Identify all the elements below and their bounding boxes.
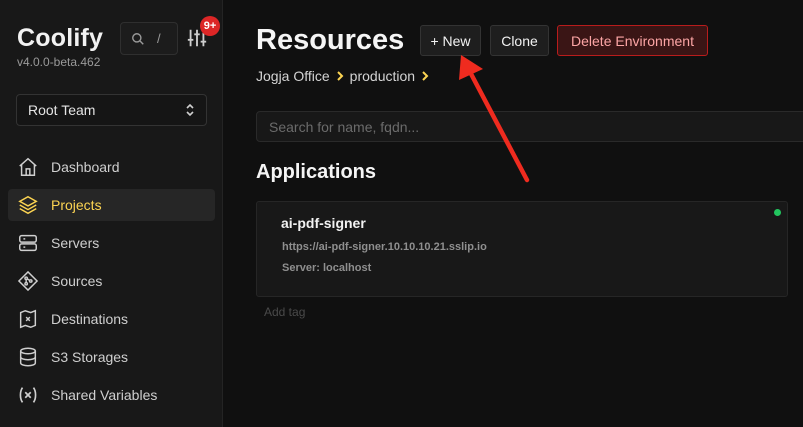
global-search-button[interactable]: / <box>120 22 178 55</box>
new-resource-button[interactable]: + New <box>420 25 481 56</box>
sidebar-item-s3-storages[interactable]: S3 Storages <box>8 341 215 373</box>
resource-search-input[interactable] <box>256 111 803 142</box>
layers-icon <box>18 195 38 215</box>
sidebar: Coolify v4.0.0-beta.462 / 9+ Root Team D… <box>0 0 223 427</box>
sidebar-item-shared-variables[interactable]: Shared Variables <box>8 379 215 411</box>
application-name: ai-pdf-signer <box>281 215 366 231</box>
variable-icon <box>19 387 37 403</box>
team-select-value: Root Team <box>28 102 96 118</box>
sidebar-item-label: Dashboard <box>51 159 120 175</box>
chevron-right-icon <box>336 71 344 81</box>
add-tag-button[interactable]: Add tag <box>264 305 305 319</box>
sidebar-nav: Dashboard Projects Servers Sources Desti… <box>8 151 215 417</box>
git-icon <box>17 270 39 292</box>
application-url: https://ai-pdf-signer.10.10.10.21.sslip.… <box>282 241 487 253</box>
sidebar-item-servers[interactable]: Servers <box>8 227 215 259</box>
server-icon <box>19 234 37 252</box>
sidebar-item-sources[interactable]: Sources <box>8 265 215 297</box>
breadcrumb-environment[interactable]: production <box>350 68 415 84</box>
sidebar-item-label: Shared Variables <box>51 387 158 403</box>
search-icon <box>132 32 144 45</box>
chevron-up-down-icon <box>186 103 194 117</box>
sidebar-item-projects[interactable]: Projects <box>8 189 215 221</box>
breadcrumb-project[interactable]: Jogja Office <box>256 68 330 84</box>
app-version: v4.0.0-beta.462 <box>17 55 101 69</box>
page-title: Resources <box>256 24 405 56</box>
sidebar-item-label: S3 Storages <box>51 349 129 365</box>
sidebar-item-destinations[interactable]: Destinations <box>8 303 215 335</box>
team-select[interactable]: Root Team <box>16 94 207 126</box>
breadcrumb: Jogja Office production <box>256 68 429 84</box>
sidebar-item-label: Servers <box>51 235 100 251</box>
application-card[interactable]: ai-pdf-signer https://ai-pdf-signer.10.1… <box>256 201 788 297</box>
notification-badge[interactable]: 9+ <box>200 16 220 36</box>
sidebar-item-label: Projects <box>51 197 102 213</box>
search-shortcut: / <box>157 31 161 46</box>
home-icon <box>19 157 37 176</box>
sidebar-item-label: Destinations <box>51 311 129 327</box>
destination-icon <box>19 309 37 329</box>
database-icon <box>19 347 37 367</box>
sidebar-item-label: Sources <box>51 273 103 289</box>
sidebar-item-dashboard[interactable]: Dashboard <box>8 151 215 183</box>
application-server: Server: localhost <box>282 262 372 274</box>
applications-heading: Applications <box>256 161 377 183</box>
chevron-right-icon <box>422 71 429 81</box>
status-indicator <box>774 209 781 216</box>
app-logo[interactable]: Coolify <box>17 24 103 53</box>
delete-environment-button[interactable]: Delete Environment <box>557 25 708 56</box>
clone-button[interactable]: Clone <box>490 25 549 56</box>
